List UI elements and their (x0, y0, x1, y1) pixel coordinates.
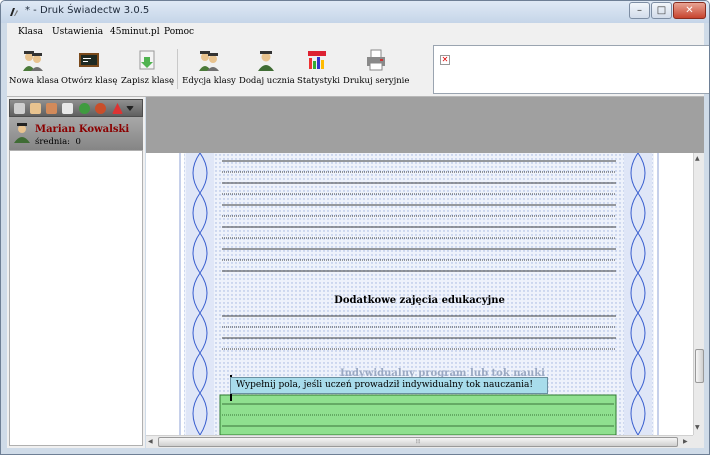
menu-45minut[interactable]: 45minut.pl (110, 27, 160, 37)
student-avatar-icon (14, 123, 30, 143)
open-class-label: Otwórz klasę (61, 76, 118, 86)
document-pane: Indywidualny program lub tok nauki Dodat… (146, 97, 704, 448)
student-add-icon[interactable] (30, 103, 41, 114)
app-icon (10, 8, 18, 16)
menu-ustawienia[interactable]: Ustawienia (52, 27, 103, 37)
add-student-icon (258, 51, 274, 71)
font-color-icon[interactable] (112, 103, 123, 114)
student-list[interactable] (9, 150, 143, 446)
new-class-label: Nowa klasa (9, 76, 59, 86)
statistics-button[interactable]: Statystyki (297, 45, 340, 93)
student-red-icon[interactable] (95, 103, 106, 114)
maximize-button[interactable]: □ (651, 2, 672, 19)
student-panel: Marian Kowalski średnia: 0 (7, 97, 145, 448)
average-label: średnia: (35, 137, 71, 147)
student-toolbar (9, 99, 143, 117)
edit-class-icon (199, 51, 219, 71)
horizontal-scrollbar[interactable]: ◀ ⦙⦙⦙ ▶ (146, 435, 693, 448)
app-window: * - Druk Świadectw 3.0.5 – □ ✕ Klasa Ust… (0, 0, 710, 455)
scrollbar-corner (693, 435, 704, 448)
student-print-icon[interactable] (62, 103, 73, 114)
scroll-left-arrow-icon[interactable]: ◀ (148, 438, 153, 445)
scroll-right-arrow-icon[interactable]: ▶ (683, 438, 688, 445)
save-class-button[interactable]: Zapisz klasę (121, 45, 175, 93)
edit-class-label: Edycja klasy (182, 76, 236, 86)
new-class-icon (23, 51, 43, 71)
student-tool-icon[interactable] (14, 103, 25, 114)
new-class-button[interactable]: Nowa klasa (9, 45, 59, 93)
certificate-preview[interactable]: Indywidualny program lub tok nauki Dodat… (146, 153, 693, 435)
print-serial-button[interactable]: Drukuj seryjnie (343, 45, 409, 93)
save-class-label: Zapisz klasę (121, 76, 175, 86)
statistics-icon (308, 51, 326, 69)
edit-class-button[interactable]: Edycja klasy (182, 45, 236, 93)
toolbar: Nowa klasa Otwórz klasę Zapisz klasę Edy… (7, 43, 709, 97)
ad-banner[interactable]: ✕ (433, 45, 709, 94)
window-title: * - Druk Świadectw 3.0.5 (25, 5, 150, 16)
menu-klasa[interactable]: Klasa (18, 27, 43, 37)
vertical-scrollbar[interactable]: ▲ ▼ (693, 153, 704, 435)
horizontal-scroll-thumb[interactable]: ⦙⦙⦙ (158, 437, 678, 447)
scroll-up-arrow-icon[interactable]: ▲ (695, 155, 700, 162)
tooltip-individual-course: Wypełnij pola, jeśli uczeń prowadził ind… (230, 377, 548, 394)
chevron-down-icon[interactable] (126, 106, 134, 111)
average-value: 0 (75, 137, 81, 147)
student-green-icon[interactable] (79, 103, 90, 114)
print-serial-icon (367, 49, 385, 71)
save-class-icon (139, 50, 155, 70)
print-serial-label: Drukuj seryjnie (343, 76, 410, 86)
broken-image-icon: ✕ (440, 55, 450, 65)
additional-classes-heading: Dodatkowe zajęcia edukacyjne (334, 295, 505, 306)
add-student-label: Dodaj ucznia (239, 76, 295, 86)
scroll-down-arrow-icon[interactable]: ▼ (695, 424, 700, 431)
statistics-label: Statystyki (297, 76, 340, 86)
toolbar-separator (177, 49, 178, 89)
student-name: Marian Kowalski (35, 124, 130, 135)
vertical-scroll-thumb[interactable] (695, 349, 704, 383)
open-class-icon (79, 53, 99, 67)
open-class-button[interactable]: Otwórz klasę (61, 45, 117, 93)
title-bar[interactable]: * - Druk Świadectw 3.0.5 – □ ✕ (1, 1, 709, 23)
minimize-button[interactable]: – (629, 2, 650, 19)
menu-bar: Klasa Ustawienia 45minut.pl Pomoc (7, 23, 704, 43)
document-top-strip (146, 97, 704, 153)
student-row-selected[interactable]: Marian Kowalski średnia: 0 (9, 117, 143, 150)
student-remove-icon[interactable] (46, 103, 57, 114)
menu-pomoc[interactable]: Pomoc (164, 27, 194, 37)
student-average: średnia: 0 (35, 137, 81, 147)
add-student-button[interactable]: Dodaj ucznia (239, 45, 295, 93)
close-button[interactable]: ✕ (673, 2, 706, 19)
